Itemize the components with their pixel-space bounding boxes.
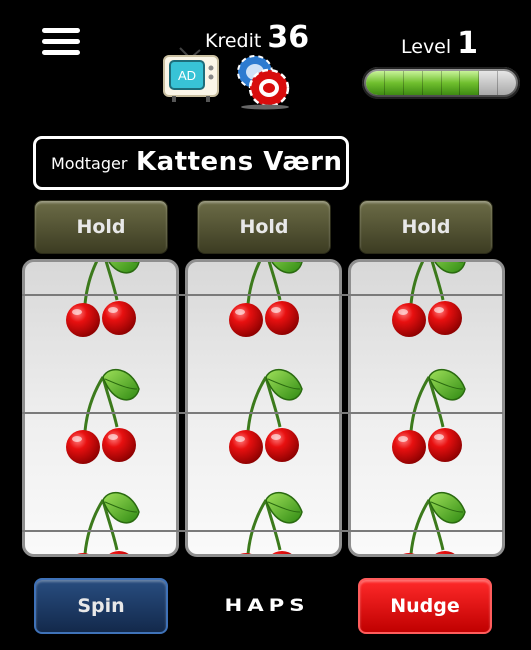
cherries-symbol [227, 368, 304, 466]
payline-bottom [22, 530, 503, 532]
hold-button-1[interactable]: Hold [34, 200, 168, 254]
menu-icon[interactable] [42, 26, 80, 56]
ad-label: AD [178, 68, 196, 83]
cherries-symbol [227, 491, 304, 554]
casino-chips-icon[interactable] [233, 52, 291, 110]
reel-2 [185, 259, 342, 557]
credit-value: 36 [267, 20, 310, 55]
hold-button-2[interactable]: Hold [197, 200, 331, 254]
reel-1 [22, 259, 179, 557]
cherries-symbol [390, 262, 467, 339]
level-display: Level 1 [401, 26, 478, 61]
cherries-symbol [227, 262, 304, 339]
payline-middle [22, 412, 503, 414]
nudge-button[interactable]: Nudge [358, 578, 492, 634]
recipient-box: Modtager Kattens Værn [33, 136, 349, 190]
haps-logo: HAPS [224, 596, 310, 616]
spin-button[interactable]: Spin [34, 578, 168, 634]
payline-top [22, 294, 503, 296]
recipient-label: Modtager [51, 154, 128, 173]
hold-button-3[interactable]: Hold [359, 200, 493, 254]
cherries-symbol [390, 491, 467, 554]
cherries-symbol [390, 368, 467, 466]
level-value: 1 [457, 26, 479, 61]
level-label: Level [401, 36, 452, 58]
ad-tv-icon[interactable]: AD [160, 46, 222, 104]
reel-3 [348, 259, 505, 557]
cherries-symbol [64, 491, 141, 554]
cherries-symbol [64, 262, 141, 339]
cherries-symbol [64, 368, 141, 466]
recipient-name: Kattens Værn [136, 147, 343, 177]
level-progress-bar [362, 67, 520, 99]
